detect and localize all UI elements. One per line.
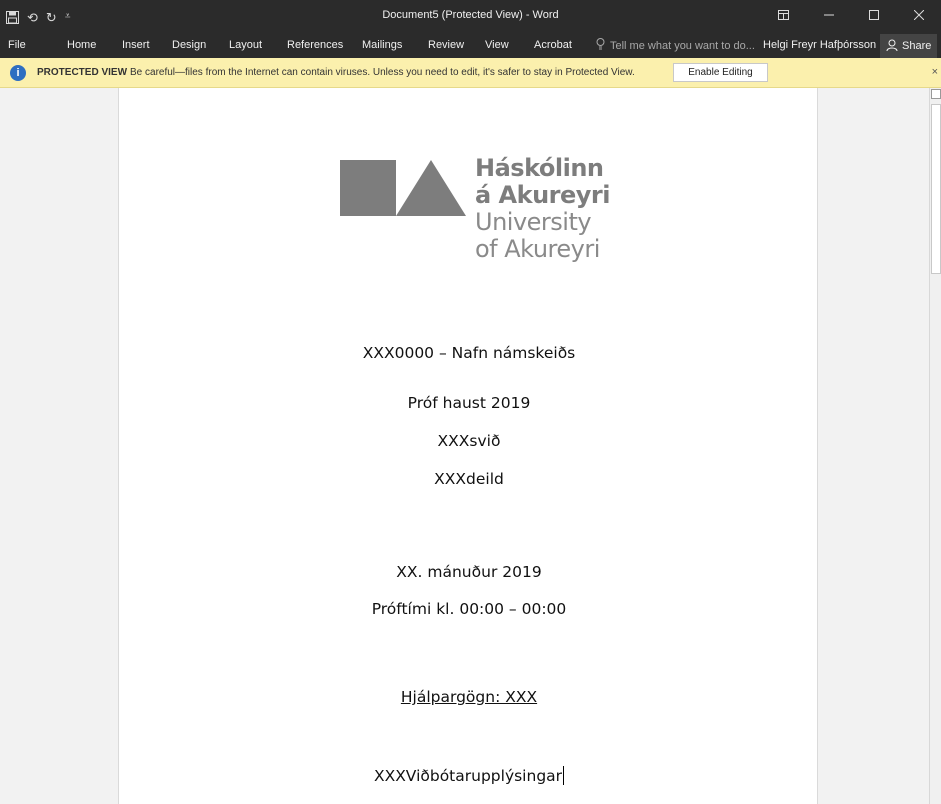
quick-access-toolbar: ⟲ ↻ ⩡	[6, 2, 70, 32]
title-bar: ⟲ ↻ ⩡ Document5 (Protected View) - Word	[0, 0, 941, 34]
department-line: XXXdeild	[434, 470, 504, 488]
additional-line: XXXViðbótarupplýsingar	[119, 766, 819, 785]
share-button[interactable]: Share	[880, 34, 938, 58]
user-name[interactable]: Helgi Freyr Hafþórsson	[763, 39, 876, 51]
tab-home[interactable]: Home	[67, 39, 96, 51]
aids-text: Hjálpargögn: XXX	[400, 688, 538, 706]
close-icon[interactable]	[896, 0, 941, 30]
date-line: XX. mánuður 2019	[396, 563, 542, 581]
aids-line: Hjálpargögn: XXX	[119, 688, 819, 706]
lightbulb-icon	[596, 38, 605, 53]
tab-file[interactable]: File	[8, 39, 26, 51]
tab-references[interactable]: References	[287, 39, 343, 51]
course-line: XXX0000 – Nafn námskeiðs	[362, 344, 576, 362]
tab-acrobat[interactable]: Acrobat	[534, 39, 572, 51]
tab-insert[interactable]: Insert	[122, 39, 150, 51]
tab-review[interactable]: Review	[428, 39, 464, 51]
enable-editing-button[interactable]: Enable Editing	[673, 63, 768, 82]
university-logo-mark	[340, 160, 474, 221]
minimize-icon[interactable]	[806, 0, 851, 30]
ribbon-display-icon[interactable]	[761, 0, 806, 30]
additional-text: XXXViðbótarupplýsingar	[373, 767, 563, 785]
tab-view[interactable]: View	[485, 39, 509, 51]
maximize-icon[interactable]	[851, 0, 896, 30]
save-icon[interactable]	[6, 10, 19, 24]
logo-line-3: University	[475, 208, 592, 236]
person-icon	[886, 39, 898, 54]
info-icon: i	[10, 65, 26, 81]
tab-layout[interactable]: Layout	[229, 39, 262, 51]
share-label: Share	[902, 40, 932, 52]
ribbon-tabs: File Home Insert Design Layout Reference…	[0, 34, 941, 58]
tell-me-search[interactable]: Tell me what you want to do...	[596, 38, 755, 53]
customize-qat-icon[interactable]: ⩡	[65, 12, 71, 22]
window-controls	[761, 0, 941, 34]
protected-view-label: PROTECTED VIEW	[37, 67, 128, 78]
tab-design[interactable]: Design	[172, 39, 206, 51]
vertical-scrollbar[interactable]	[929, 88, 941, 804]
undo-icon[interactable]: ⟲	[27, 11, 38, 24]
tell-me-text: Tell me what you want to do...	[610, 39, 755, 52]
close-icon[interactable]: ×	[932, 66, 938, 78]
logo-line-2: á Akureyri	[475, 181, 611, 209]
logo-line-1: Háskólinn	[475, 154, 604, 182]
scroll-thumb[interactable]	[931, 104, 941, 274]
text-cursor	[563, 766, 565, 785]
protected-view-bar: i PROTECTED VIEW Be careful—files from t…	[0, 58, 941, 88]
document-page[interactable]: Háskólinn á Akureyri University of Akure…	[118, 88, 818, 804]
scroll-up-icon[interactable]	[931, 89, 941, 99]
time-line: Próftími kl. 00:00 – 00:00	[371, 600, 567, 618]
protected-view-message: Be careful—files from the Internet can c…	[130, 67, 635, 78]
logo-line-4: of Akureyri	[475, 235, 600, 263]
school-line: XXXsvið	[437, 432, 501, 450]
document-area: Háskólinn á Akureyri University of Akure…	[0, 88, 941, 804]
redo-icon[interactable]: ↻	[46, 11, 57, 24]
tab-mailings[interactable]: Mailings	[362, 39, 402, 51]
exam-line: Próf haust 2019	[407, 394, 531, 412]
university-logo-text: Háskólinn á Akureyri University of Akure…	[475, 154, 611, 264]
